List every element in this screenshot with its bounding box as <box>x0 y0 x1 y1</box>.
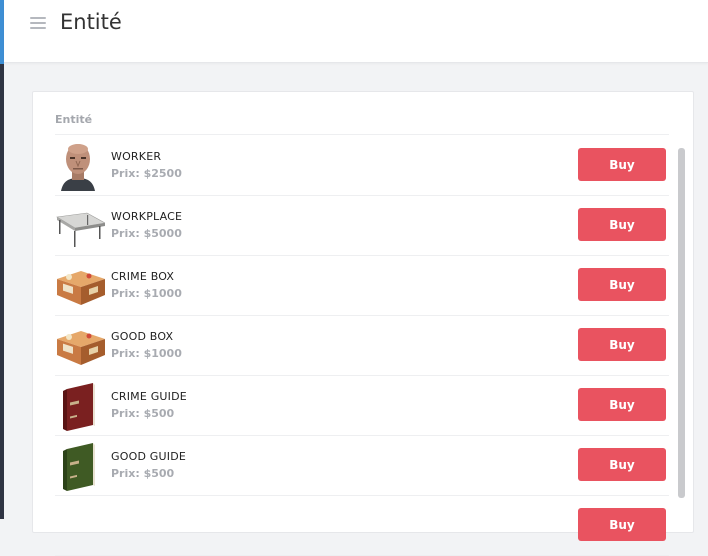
workbench-icon <box>55 201 106 251</box>
crate-icon <box>55 321 105 371</box>
entity-panel: Entité WORKER Prix: $2500 Buy WORKPLACE … <box>32 91 694 556</box>
list-item: Buy <box>55 496 669 556</box>
list-item: CRIME GUIDE Prix: $500 Buy <box>55 376 669 436</box>
book-icon <box>55 381 101 431</box>
buy-button[interactable]: Buy <box>578 508 666 541</box>
item-price: Prix: $1000 <box>111 287 182 300</box>
scrollbar-thumb[interactable] <box>678 148 685 498</box>
entity-list: WORKER Prix: $2500 Buy WORKPLACE Prix: $… <box>55 136 669 556</box>
list-item: WORKPLACE Prix: $5000 Buy <box>55 196 669 256</box>
item-name: CRIME GUIDE <box>111 390 187 403</box>
buy-workplace-button[interactable]: Buy <box>578 208 666 241</box>
scrollbar-track[interactable] <box>678 148 685 498</box>
item-price: Prix: $500 <box>111 467 175 480</box>
book-icon <box>55 441 101 491</box>
item-price: Prix: $1000 <box>111 347 182 360</box>
list-item: CRIME BOX Prix: $1000 Buy <box>55 256 669 316</box>
item-name: WORKER <box>111 150 162 163</box>
buy-worker-button[interactable]: Buy <box>578 148 666 181</box>
hamburger-menu-icon[interactable] <box>30 16 48 30</box>
buy-crime-box-button[interactable]: Buy <box>578 268 666 301</box>
buy-good-guide-button[interactable]: Buy <box>578 448 666 481</box>
item-name: GOOD GUIDE <box>111 450 187 463</box>
item-name: GOOD BOX <box>111 330 174 343</box>
list-item: GOOD GUIDE Prix: $500 Buy <box>55 436 669 496</box>
sidebar-edge <box>0 0 4 519</box>
item-price: Prix: $5000 <box>111 227 182 240</box>
item-name: CRIME BOX <box>111 270 175 283</box>
panel-divider <box>55 134 669 135</box>
item-name: WORKPLACE <box>111 210 183 223</box>
item-thumbnail <box>55 501 101 551</box>
worker-avatar-icon <box>55 141 101 191</box>
list-item: GOOD BOX Prix: $1000 Buy <box>55 316 669 376</box>
panel-header: Entité <box>55 113 93 126</box>
crate-icon <box>55 261 105 311</box>
page-title: Entité <box>60 10 122 34</box>
item-price: Prix: $500 <box>111 407 175 420</box>
buy-crime-guide-button[interactable]: Buy <box>578 388 666 421</box>
item-price: Prix: $2500 <box>111 167 182 180</box>
buy-good-box-button[interactable]: Buy <box>578 328 666 361</box>
top-header: Entité <box>4 0 708 63</box>
list-item: WORKER Prix: $2500 Buy <box>55 136 669 196</box>
